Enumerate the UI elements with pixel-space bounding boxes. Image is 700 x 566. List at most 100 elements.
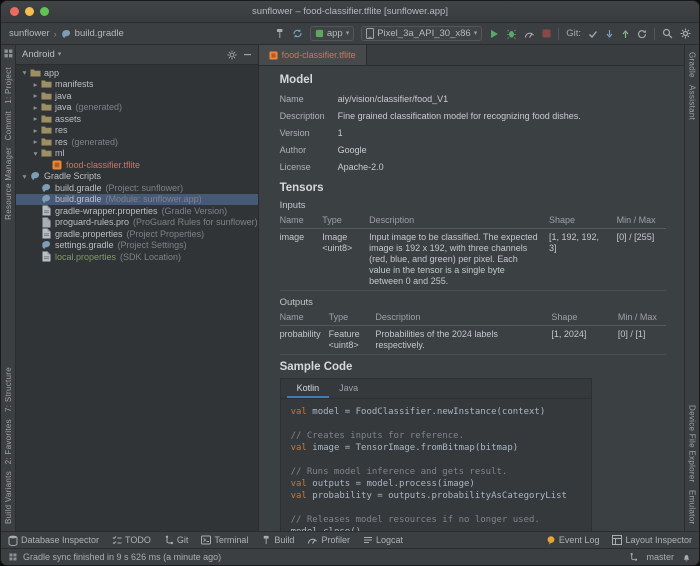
project-tree-item-res[interactable]: ▸res (16, 125, 258, 137)
tool-window-button-commit[interactable]: Commit (4, 111, 13, 140)
tool-window-button-1-project[interactable]: 1: Project (4, 67, 13, 104)
editor-tab-food-classifier-tflite[interactable]: food-classifier.tflite (259, 45, 367, 65)
terminal-icon (201, 535, 211, 545)
tool-window-button-todo[interactable]: TODO (112, 535, 151, 545)
git-push-arrow-icon[interactable] (621, 29, 630, 39)
tool-window-button-terminal[interactable]: Terminal (201, 535, 248, 545)
project-tree-item-res-generated[interactable]: ▸res(generated) (16, 136, 258, 148)
build-hammer-icon[interactable] (274, 28, 285, 39)
tree-item-suffix: (generated) (76, 102, 123, 112)
git-branch-name[interactable]: master (646, 552, 674, 562)
project-tree-item-ml[interactable]: ▾ml (16, 148, 258, 160)
code-tab-kotlin[interactable]: Kotlin (287, 379, 330, 398)
tensor-column-header: Type (322, 212, 369, 229)
settings-gear-icon[interactable] (680, 28, 691, 39)
model-property-row-version: Version1 (280, 125, 666, 142)
chevron-right-icon[interactable]: ▸ (31, 126, 40, 135)
tflite-icon (51, 160, 63, 170)
profiler-button[interactable] (524, 29, 535, 39)
chevron-right-icon[interactable]: ▸ (31, 80, 40, 89)
gradle-sync-icon[interactable] (292, 28, 303, 39)
code-line: // Creates inputs for reference. (291, 430, 581, 442)
project-tree-item-settings-gradle-project-settings[interactable]: settings.gradle(Project Settings) (16, 240, 258, 252)
debug-button[interactable] (506, 29, 517, 39)
tool-window-button-resource-manager[interactable]: Resource Manager (4, 147, 13, 220)
tensor-column-header: Name (280, 212, 323, 229)
project-tree-item-java[interactable]: ▸java (16, 90, 258, 102)
chevron-down-icon[interactable]: ▾ (20, 68, 29, 77)
hammer-icon (261, 535, 271, 545)
tflite-file-icon (269, 51, 278, 60)
database-icon (8, 535, 18, 546)
status-message: Gradle sync finished in 9 s 626 ms (a mi… (23, 552, 221, 562)
tool-window-button-7-structure[interactable]: 7: Structure (4, 367, 13, 412)
git-update-arrow-icon[interactable] (605, 29, 614, 39)
project-tree-item-gradle-properties-project-properties[interactable]: gradle.properties(Project Properties) (16, 228, 258, 240)
project-tree-item-java-generated[interactable]: ▸java(generated) (16, 102, 258, 114)
minimize-window-button[interactable] (25, 7, 34, 16)
chevron-right-icon[interactable]: ▸ (31, 137, 40, 146)
tool-window-button-emulator[interactable]: Emulator (688, 490, 697, 524)
breadcrumb-project[interactable]: sunflower (9, 28, 50, 39)
tool-window-switcher-icon[interactable] (4, 49, 13, 58)
chevron-down-icon[interactable]: ▾ (20, 172, 29, 181)
toolbar-divider (558, 28, 559, 40)
tool-window-label: TODO (125, 535, 151, 545)
tree-item-suffix: (Module: sunflower.app) (106, 194, 202, 204)
tool-window-button-git[interactable]: Git (164, 535, 189, 545)
project-tree-item-gradle-scripts[interactable]: ▾Gradle Scripts (16, 171, 258, 183)
chevron-right-icon[interactable]: ▸ (31, 103, 40, 112)
project-tree-item-build-gradle-module-sunflower-app[interactable]: build.gradle(Module: sunflower.app) (16, 194, 258, 206)
project-tree-item-build-gradle-project-sunflower[interactable]: build.gradle(Project: sunflower) (16, 182, 258, 194)
tool-window-label: Profiler (321, 535, 350, 545)
hide-panel-icon[interactable] (243, 50, 252, 59)
tool-window-button-build[interactable]: Build (261, 535, 294, 545)
git-commit-check-icon[interactable] (588, 29, 598, 39)
model-property-value: Fine grained classification model for re… (338, 111, 581, 122)
notifications-bell-icon[interactable] (682, 553, 691, 562)
tool-window-button-logcat[interactable]: Logcat (363, 535, 403, 545)
model-property-value: 1 (338, 128, 343, 139)
run-button[interactable] (489, 29, 499, 39)
breadcrumb-separator-icon: › (54, 29, 57, 39)
git-revert-icon[interactable] (637, 29, 647, 39)
project-tree-item-food-classifier-tflite[interactable]: food-classifier.tflite (16, 159, 258, 171)
project-tree-item-app[interactable]: ▾app (16, 67, 258, 79)
chevron-right-icon[interactable]: ▸ (31, 91, 40, 100)
search-everywhere-icon[interactable] (662, 28, 673, 39)
project-view-selector[interactable]: Android (22, 49, 55, 60)
tensor-cell: [1, 192, 192, 3] (549, 229, 617, 291)
tool-window-button-assistant[interactable]: Assistant (688, 85, 697, 120)
tool-window-button-layout-inspector[interactable]: Layout Inspector (612, 535, 692, 545)
model-property-label: Author (280, 145, 338, 156)
panel-settings-gear-icon[interactable] (227, 50, 237, 60)
project-tree-item-gradle-wrapper-properties-gradle-version[interactable]: gradle-wrapper.properties(Gradle Version… (16, 205, 258, 217)
zoom-window-button[interactable] (40, 7, 49, 16)
tool-window-button-gradle[interactable]: Gradle (688, 52, 697, 78)
chevron-down-icon[interactable]: ▾ (31, 149, 40, 158)
tool-window-switcher-icon[interactable] (9, 553, 17, 561)
project-tree-item-proguard-rules-pro-proguard-rules-for-sunflower[interactable]: proguard-rules.pro(ProGuard Rules for su… (16, 217, 258, 229)
tree-item-label: assets (55, 114, 81, 124)
tensor-cell: [0] / [1] (618, 326, 666, 355)
project-tree-item-manifests[interactable]: ▸manifests (16, 79, 258, 91)
run-configuration-select[interactable]: app ▾ (310, 26, 354, 41)
tool-window-button-profiler[interactable]: Profiler (307, 535, 350, 545)
code-tab-java[interactable]: Java (329, 379, 368, 398)
project-tree-item-local-properties-sdk-location[interactable]: local.properties(SDK Location) (16, 251, 258, 263)
tool-window-label: Logcat (376, 535, 403, 545)
code-line (291, 454, 581, 466)
device-select[interactable]: Pixel_3a_API_30_x86 ▾ (361, 26, 482, 41)
tool-window-button-database-inspector[interactable]: Database Inspector (8, 535, 99, 546)
editor-tab-label: food-classifier.tflite (282, 50, 356, 60)
tool-window-button-2-favorites[interactable]: 2: Favorites (4, 419, 13, 464)
tool-window-button-device-file-explorer[interactable]: Device File Explorer (688, 405, 697, 483)
project-tree-item-assets[interactable]: ▸ assets (16, 113, 258, 125)
tool-window-button-event-log[interactable]: Event Log (546, 535, 600, 545)
chevron-right-icon[interactable]: ▸ (31, 114, 40, 123)
close-window-button[interactable] (10, 7, 19, 16)
tree-item-suffix: (ProGuard Rules for sunflower) (133, 217, 258, 227)
breadcrumb-file[interactable]: build.gradle (75, 28, 124, 39)
tool-window-button-build-variants[interactable]: Build Variants (4, 471, 13, 524)
stop-button[interactable] (542, 29, 551, 38)
